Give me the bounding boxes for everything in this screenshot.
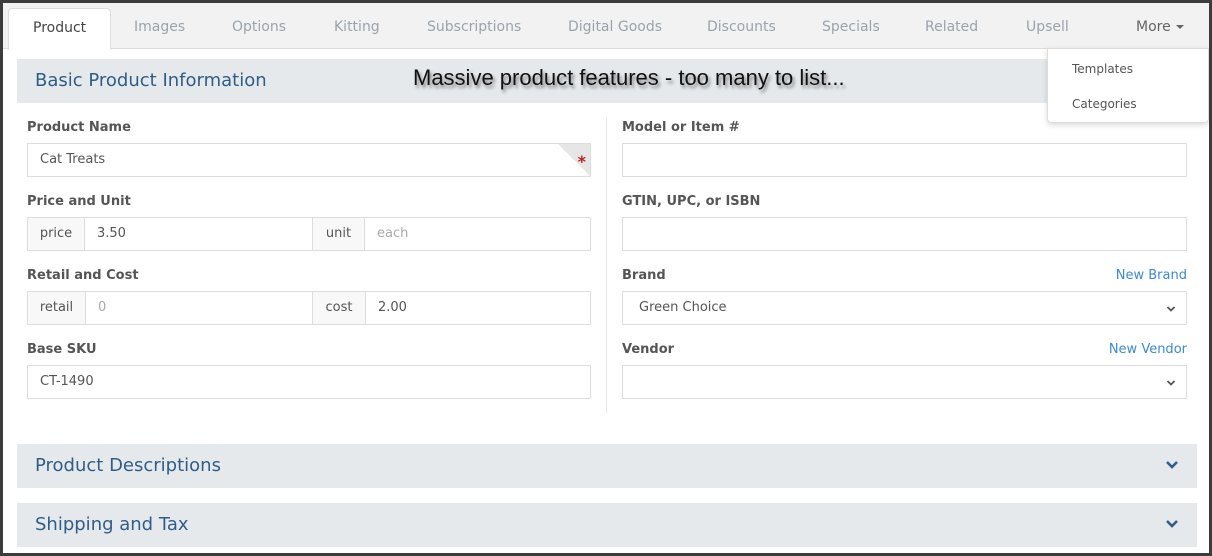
retail-input[interactable]: 0: [85, 291, 313, 325]
retail-cost-label: Retail and Cost: [27, 268, 139, 283]
chevron-down-icon[interactable]: [1165, 517, 1179, 531]
price-unit-label: Price and Unit: [27, 194, 131, 209]
brand-label: Brand: [622, 268, 666, 283]
gtin-label: GTIN, UPC, or ISBN: [622, 194, 761, 209]
brand-selected-value: Green Choice: [639, 300, 727, 315]
menu-item-templates[interactable]: Templates: [1072, 62, 1133, 76]
tab-bar: Product Images Options Kitting Subscript…: [3, 3, 1209, 50]
unit-input[interactable]: each: [364, 217, 591, 251]
new-brand-link[interactable]: New Brand: [1116, 268, 1187, 283]
required-asterisk-icon: *: [577, 152, 586, 171]
cost-input[interactable]: 2.00: [365, 291, 591, 325]
tab-upsell[interactable]: Upsell: [1026, 3, 1069, 49]
tab-related[interactable]: Related: [925, 3, 978, 49]
tab-digital-goods[interactable]: Digital Goods: [568, 3, 662, 49]
section-descriptions-header[interactable]: Product Descriptions: [17, 444, 1197, 488]
menu-item-categories[interactable]: Categories: [1072, 97, 1137, 111]
chevron-down-icon: [1166, 380, 1176, 386]
new-vendor-link[interactable]: New Vendor: [1109, 342, 1187, 357]
tab-specials[interactable]: Specials: [822, 3, 880, 49]
tab-more-label: More: [1136, 19, 1171, 35]
base-sku-input[interactable]: CT-1490: [27, 365, 591, 399]
caret-down-icon: [1175, 25, 1184, 29]
section-descriptions-title: Product Descriptions: [35, 455, 221, 476]
more-dropdown-menu: Templates Categories: [1047, 48, 1209, 123]
product-name-input[interactable]: Cat Treats *: [27, 143, 591, 177]
tab-discounts[interactable]: Discounts: [707, 3, 776, 49]
cost-addon: cost: [312, 291, 366, 325]
price-addon: price: [27, 217, 85, 251]
price-input[interactable]: 3.50: [84, 217, 313, 251]
model-label: Model or Item #: [622, 120, 740, 135]
model-input[interactable]: [622, 143, 1187, 177]
tab-kitting[interactable]: Kitting: [334, 3, 380, 49]
tab-options[interactable]: Options: [232, 3, 286, 49]
tab-more[interactable]: More: [1136, 3, 1184, 49]
chevron-down-icon[interactable]: [1165, 458, 1179, 472]
base-sku-label: Base SKU: [27, 342, 97, 357]
section-shipping-title: Shipping and Tax: [35, 514, 189, 535]
overlay-banner-text: Massive product features - too many to l…: [413, 65, 845, 90]
product-name-value: Cat Treats: [40, 152, 106, 167]
tab-subscriptions[interactable]: Subscriptions: [427, 3, 521, 49]
gtin-input[interactable]: [622, 217, 1187, 251]
column-divider: [606, 118, 607, 413]
tab-images[interactable]: Images: [134, 3, 185, 49]
brand-select[interactable]: Green Choice: [622, 291, 1187, 325]
chevron-down-icon: [1166, 306, 1176, 312]
vendor-label: Vendor: [622, 342, 675, 357]
section-basic-title: Basic Product Information: [35, 70, 267, 91]
retail-addon: retail: [27, 291, 86, 325]
product-name-label: Product Name: [27, 120, 131, 135]
unit-addon: unit: [312, 217, 365, 251]
product-editor: Product Images Options Kitting Subscript…: [3, 3, 1209, 553]
vendor-select[interactable]: [622, 365, 1187, 399]
tab-product[interactable]: Product: [8, 8, 112, 50]
section-shipping-header[interactable]: Shipping and Tax: [17, 503, 1197, 547]
